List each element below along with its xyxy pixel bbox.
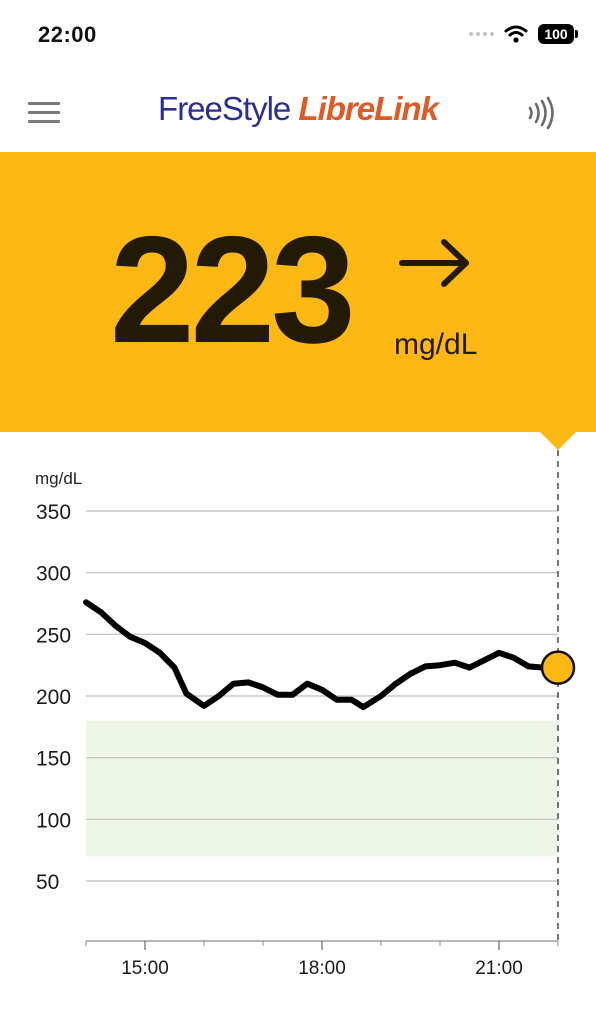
glucose-trend-line <box>83 599 561 711</box>
x-tick-label: 21:00 <box>475 958 523 979</box>
current-reading-marker <box>540 650 576 685</box>
y-tick-label: 250 <box>36 624 71 647</box>
y-tick-label: 150 <box>36 748 71 771</box>
brand-logo: FreeStyle LibreLink <box>0 90 596 128</box>
panel-pointer <box>540 432 576 450</box>
glucose-history-chart[interactable]: mg/dL 350 300 250 200 150 100 50 15:00 18:00 21:0… <box>0 450 596 1024</box>
y-tick-label: 350 <box>36 501 71 524</box>
y-tick-label: 200 <box>36 686 71 709</box>
battery-icon: 100 <box>538 24 578 44</box>
app-header: FreeStyle LibreLink <box>0 72 596 152</box>
cellular-signal-icon <box>469 32 494 36</box>
status-icons: 100 <box>469 24 578 44</box>
y-axis-label: mg/dL <box>35 469 82 488</box>
x-tick-label: 15:00 <box>121 958 169 979</box>
brand-librelink: LibreLink <box>298 90 439 127</box>
wifi-icon <box>504 25 528 43</box>
x-tick-label: 18:00 <box>298 958 346 979</box>
y-tick-label: 50 <box>36 871 59 894</box>
brand-freestyle: FreeStyle <box>158 90 291 127</box>
target-range-band <box>86 720 558 857</box>
glucose-value: 223 <box>110 205 356 375</box>
battery-level: 100 <box>544 26 568 42</box>
arrow-right-icon <box>399 239 469 287</box>
nfc-scan-icon[interactable] <box>524 96 558 130</box>
glucose-reading-panel: 223 mg/dL <box>0 152 596 432</box>
glucose-unit: mg/dL <box>394 328 478 361</box>
y-tick-label: 300 <box>36 563 71 586</box>
status-time: 22:00 <box>38 22 97 47</box>
status-bar: 22:00 100 <box>0 0 596 72</box>
y-tick-label: 100 <box>36 809 71 832</box>
